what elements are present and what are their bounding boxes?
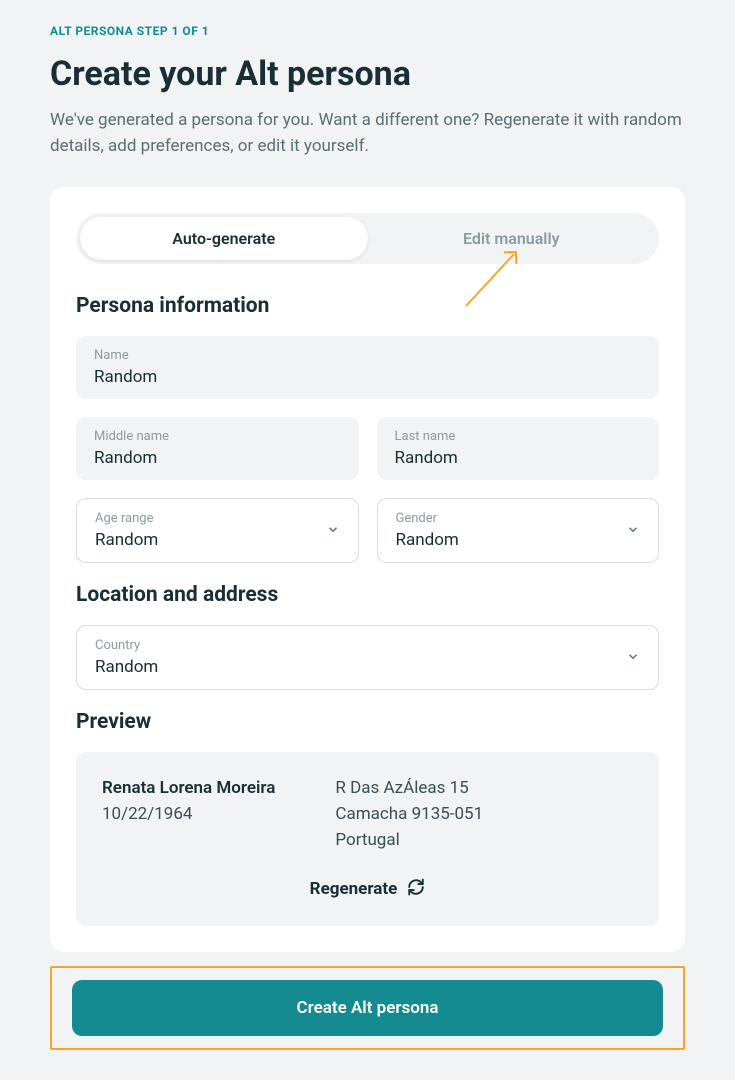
gender-select[interactable]: Gender Random [377, 498, 660, 563]
last-name-value: Random [395, 448, 642, 468]
age-range-label: Age range [95, 511, 340, 526]
tab-auto-generate[interactable]: Auto-generate [80, 217, 368, 260]
last-name-label: Last name [395, 429, 642, 444]
name-label: Name [94, 348, 641, 363]
page-title: Create your Alt persona [50, 54, 685, 94]
middle-name-value: Random [94, 448, 341, 468]
preview-name: Renata Lorena Moreira [102, 778, 275, 798]
tab-switcher: Auto-generate Edit manually [76, 213, 659, 264]
country-label: Country [95, 638, 640, 653]
create-alt-persona-button[interactable]: Create Alt persona [72, 980, 663, 1036]
age-range-select[interactable]: Age range Random [76, 498, 359, 563]
form-card: Auto-generate Edit manually Persona info… [50, 187, 685, 952]
preview-address-country: Portugal [335, 830, 483, 850]
country-select[interactable]: Country Random [76, 625, 659, 690]
chevron-down-icon [326, 521, 340, 540]
step-label: ALT PERSONA STEP 1 OF 1 [50, 24, 685, 38]
country-value: Random [95, 657, 640, 677]
chevron-down-icon [626, 521, 640, 540]
section-location: Location and address [76, 583, 659, 607]
section-preview: Preview [76, 710, 659, 734]
refresh-icon [407, 878, 425, 900]
cta-highlight: Create Alt persona [50, 966, 685, 1050]
preview-dob: 10/22/1964 [102, 804, 275, 824]
section-persona-info: Persona information [76, 294, 659, 318]
name-field[interactable]: Name Random [76, 336, 659, 399]
gender-value: Random [396, 530, 641, 550]
page-subtitle: We've generated a persona for you. Want … [50, 108, 685, 159]
chevron-down-icon [626, 648, 640, 667]
preview-address-line2: Camacha 9135-051 [335, 804, 483, 824]
regenerate-button[interactable]: Regenerate [102, 878, 633, 900]
last-name-field[interactable]: Last name Random [377, 417, 660, 480]
middle-name-field[interactable]: Middle name Random [76, 417, 359, 480]
age-range-value: Random [95, 530, 340, 550]
preview-address-line1: R Das AzÁleas 15 [335, 778, 483, 798]
preview-box: Renata Lorena Moreira 10/22/1964 R Das A… [76, 752, 659, 926]
middle-name-label: Middle name [94, 429, 341, 444]
regenerate-label: Regenerate [310, 879, 398, 899]
tab-edit-manually[interactable]: Edit manually [368, 217, 656, 260]
gender-label: Gender [396, 511, 641, 526]
name-value: Random [94, 367, 641, 387]
